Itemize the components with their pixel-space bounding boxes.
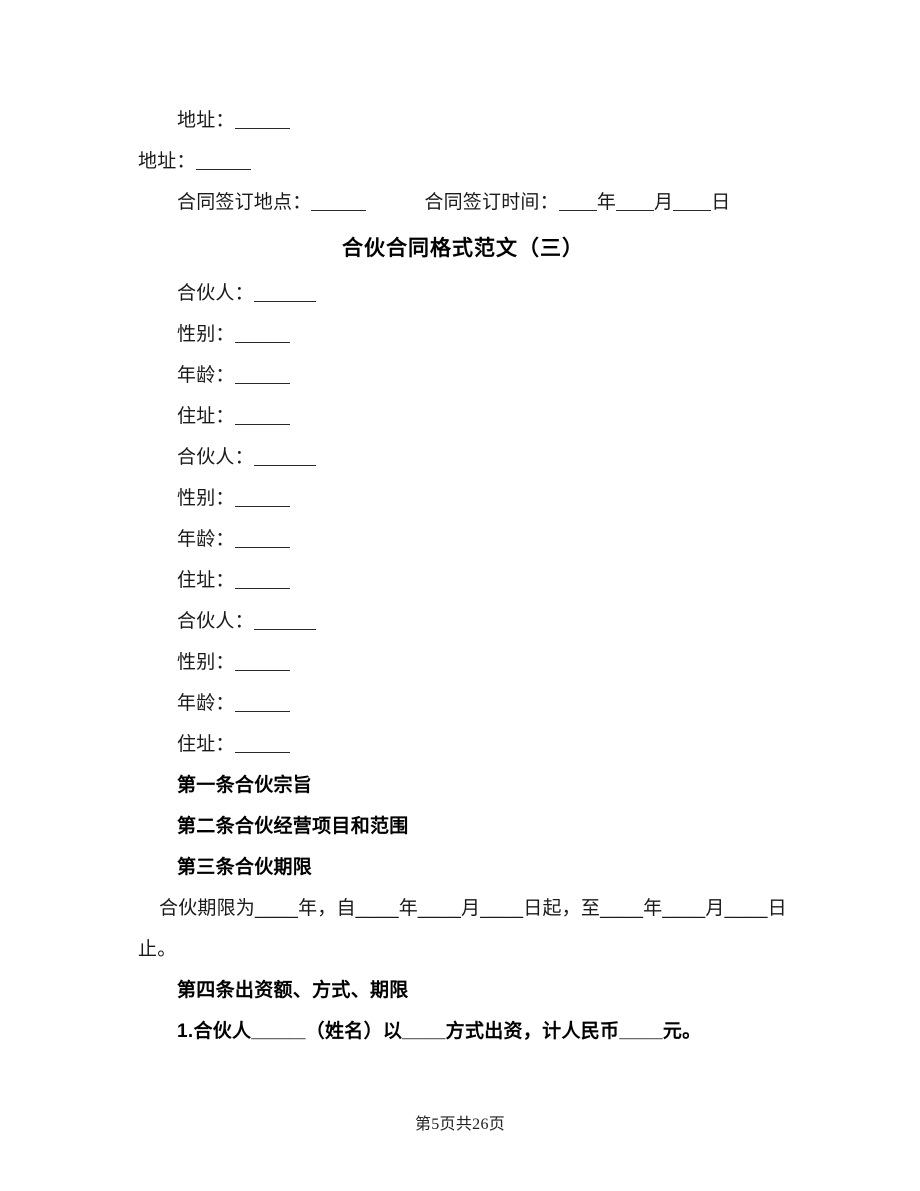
address-blank-1[interactable] [234, 113, 290, 129]
partner-3-gender-blank[interactable] [234, 655, 290, 671]
sign-month-unit: 月 [654, 192, 674, 213]
article-3-heading: 第三条合伙期限 [177, 857, 313, 878]
address-label-1: 地址： [177, 110, 235, 131]
partner-1-age-label: 年龄： [177, 365, 235, 386]
partner-2-age-label: 年龄： [177, 529, 235, 550]
partner-3-residence-blank[interactable] [234, 737, 290, 753]
partner-3-gender-line: 性别： [138, 642, 788, 683]
page-footer: 第5页共26页 [414, 1116, 506, 1133]
partner-2-residence-line: 住址： [138, 560, 788, 601]
partner-2-age-blank[interactable] [234, 532, 290, 548]
partner-2-name-blank[interactable] [253, 450, 316, 466]
sign-day-blank[interactable] [673, 195, 712, 211]
partner-2-gender-line: 性别： [138, 478, 788, 519]
partner-1-residence-label: 住址： [177, 406, 235, 427]
document-page: 地址： 地址： 合同签订地点： 合同签订时间： 年 月 日 合伙合同格式范文（三） 合伙… [0, 0, 920, 1191]
partner-1-residence-blank[interactable] [234, 409, 290, 425]
sign-time-label: 合同签订时间： [424, 192, 559, 213]
address-line-2: 地址： [138, 141, 788, 182]
partner-1-residence-line: 住址： [138, 396, 788, 437]
partner-1-gender-label: 性别： [177, 324, 235, 345]
sign-day-unit: 日 [711, 192, 731, 213]
partner-3-residence-label: 住址： [177, 734, 235, 755]
partner-2-name-label: 合伙人： [177, 447, 254, 468]
address-line-1: 地址： [138, 100, 788, 141]
partner-2-residence-label: 住址： [177, 570, 235, 591]
partner-1-name-line: 合伙人： [138, 273, 788, 314]
partner-1-gender-line: 性别： [138, 314, 788, 355]
partner-3-name-blank[interactable] [253, 614, 316, 630]
sign-place-blank[interactable] [311, 195, 367, 211]
partner-1-gender-blank[interactable] [234, 327, 290, 343]
partner-2-gender-label: 性别： [177, 488, 235, 509]
article-2-heading: 第二条合伙经营项目和范围 [177, 816, 409, 837]
page-title: 合伙合同格式范文（三） [342, 237, 584, 260]
sign-year-blank[interactable] [558, 195, 597, 211]
partner-3-residence-line: 住址： [138, 724, 788, 765]
article-3-body: 合伙期限为____年，自____年____月____日起，至____年____月… [138, 898, 787, 960]
address-blank-2[interactable] [195, 154, 251, 170]
partner-2-age-line: 年龄： [138, 519, 788, 560]
partner-3-age-blank[interactable] [234, 696, 290, 712]
partner-3-age-line: 年龄： [138, 683, 788, 724]
sign-month-blank[interactable] [616, 195, 655, 211]
sign-year-unit: 年 [596, 192, 617, 213]
partner-3-age-label: 年龄： [177, 693, 235, 714]
article-4-item-1: 1.合伙人_____（姓名）以____方式出资，计人民币____元。 [177, 1021, 702, 1042]
article-4-heading: 第四条出资额、方式、期限 [177, 980, 409, 1001]
article-1-heading: 第一条合伙宗旨 [177, 775, 313, 796]
partner-3-gender-label: 性别： [177, 652, 235, 673]
partner-1-age-blank[interactable] [234, 368, 290, 384]
contract-signing-line: 合同签订地点： 合同签订时间： 年 月 日 [138, 182, 788, 223]
partner-2-name-line: 合伙人： [138, 437, 788, 478]
sign-place-label: 合同签订地点： [177, 192, 312, 213]
partner-1-age-line: 年龄： [138, 355, 788, 396]
partner-3-name-line: 合伙人： [138, 601, 788, 642]
partner-1-name-blank[interactable] [253, 286, 316, 302]
document-body: 地址： 地址： 合同签订地点： 合同签订时间： 年 月 日 合伙合同格式范文（三） 合伙… [138, 100, 788, 1052]
partner-1-name-label: 合伙人： [177, 283, 254, 304]
partner-3-name-label: 合伙人： [177, 611, 254, 632]
partner-2-gender-blank[interactable] [234, 491, 290, 507]
address-label-2: 地址： [138, 151, 196, 172]
partner-2-residence-blank[interactable] [234, 573, 290, 589]
